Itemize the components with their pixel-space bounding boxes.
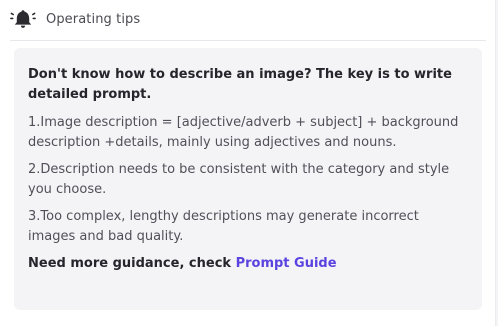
tips-lead: Don't know how to describe an image? The… — [28, 67, 452, 102]
header-divider — [10, 40, 486, 41]
prompt-guide-link[interactable]: Prompt Guide — [236, 256, 337, 271]
more-guidance: Need more guidance, check Prompt Guide — [28, 254, 470, 274]
tips-header: Operating tips — [10, 8, 140, 30]
operating-tips-panel: Operating tips Don't know how to describ… — [0, 0, 496, 326]
bell-icon — [10, 8, 36, 30]
tip-item-3: 3.Too complex, lengthy descriptions may … — [28, 209, 419, 244]
tip-item-1: 1.Image description = [adjective/adverb … — [28, 115, 459, 150]
more-guidance-text: Need more guidance, check — [28, 256, 236, 271]
tips-title: Operating tips — [46, 11, 141, 27]
tip-item-2: 2.Description needs to be consistent wit… — [28, 162, 450, 197]
tips-card: Don't know how to describe an image? The… — [14, 48, 482, 310]
